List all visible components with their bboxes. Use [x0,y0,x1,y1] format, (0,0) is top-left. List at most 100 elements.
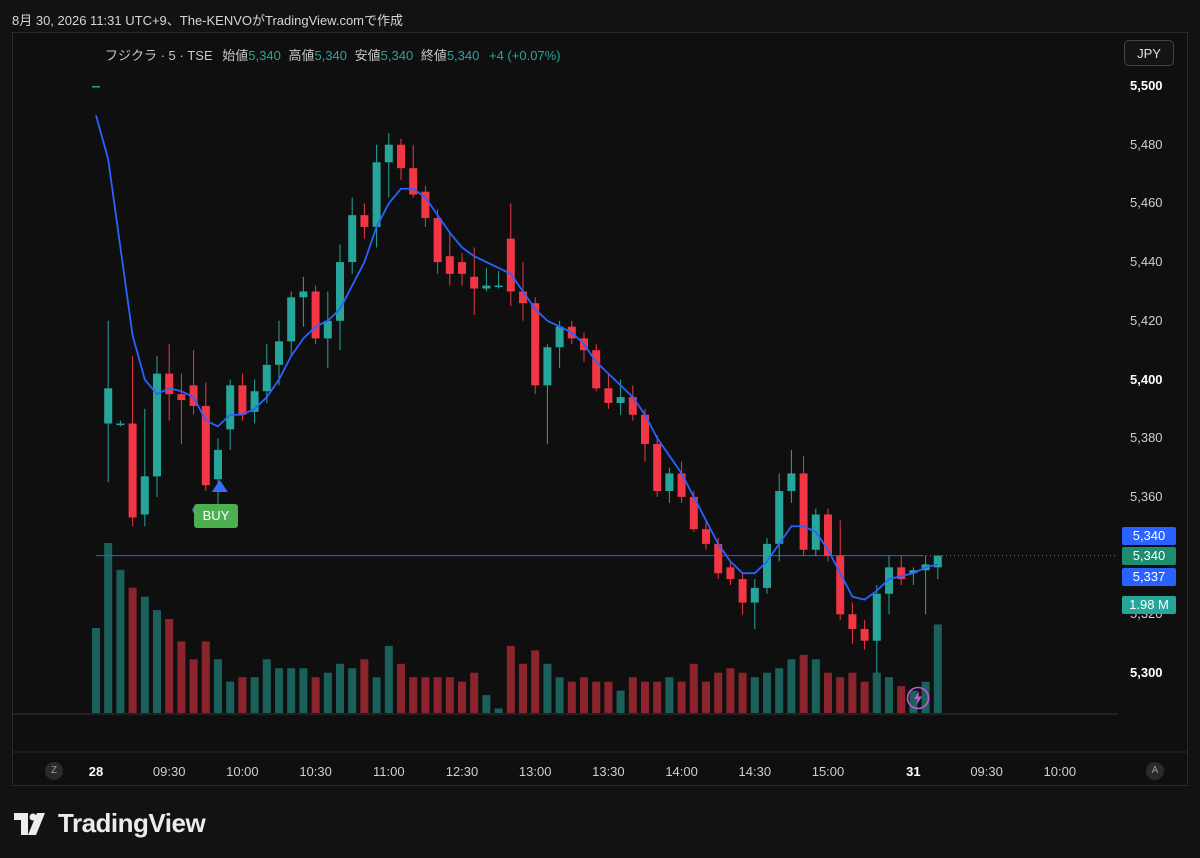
legend-change: +4 (+0.07%) [489,48,561,63]
volume-bar [348,668,357,713]
candle-body [384,144,393,163]
volume-bar [470,672,479,713]
volume-bar [616,690,625,713]
volume-bar [738,672,747,713]
volume-bar [372,677,381,713]
candlestick-chart[interactable] [0,0,1200,858]
candle-body [665,473,674,492]
legend-close-label: 終値 [420,48,447,63]
time-tick-label: 13:30 [592,764,625,779]
candle-body [311,291,320,339]
time-tick-label: 13:00 [518,764,552,779]
volume-bar [787,659,796,713]
volume-bar [689,663,698,713]
candle-body [470,276,479,289]
volume-bar [323,672,332,713]
price-tick-label: 5,360 [1130,488,1163,504]
volume-bar [104,543,113,713]
candle-body [372,162,381,227]
volume-bar [824,672,832,713]
volume-bar [140,596,149,713]
volume-bar [397,663,405,713]
volume-bar [641,681,649,713]
time-tick-label: 14:30 [738,764,772,779]
candle-body [860,628,869,641]
candle-body [104,388,113,424]
candle-body [531,303,540,386]
candle-body [482,285,491,289]
legend-symbol: フジクラ · 5 · TSE [105,48,213,63]
candle-body [555,326,564,348]
legend-close: 5,340 [446,48,480,63]
volume-bar [92,628,100,713]
volume-bar [933,624,942,713]
price-tick-label: 5,400 [1130,371,1163,387]
candle-body [494,285,503,288]
time-tick-label: 10:00 [1043,764,1077,779]
time-tick-label: 15:00 [811,764,845,779]
tradingview-logo: TradingView [14,808,206,839]
volume-bar [445,677,454,713]
candle-body [165,373,174,395]
volume-bar [580,677,588,713]
candle-body [177,394,186,401]
volume-bar [409,677,418,713]
volume-bar [860,681,869,713]
candle-body [750,587,759,603]
volume-bar [165,619,174,713]
lightning-icon[interactable] [906,686,930,710]
volume-bar [885,677,893,713]
volume-bar [275,668,283,713]
volume-bars [92,543,942,713]
candle-body [616,397,625,403]
volume-bar [799,654,808,713]
legend-low: 5,340 [380,48,414,63]
volume-bar [189,659,198,713]
volume-bar [482,695,491,713]
volume-bar [567,681,576,713]
volume-bar [702,681,710,713]
candle-body [775,491,784,544]
legend-high-label: 高値 [288,48,315,63]
volume-bar [836,677,845,713]
time-tick-label: 09:30 [970,764,1003,779]
buy-arrow [211,480,228,492]
price-tick-label: 5,440 [1130,254,1163,270]
candles [92,86,942,673]
time-tick-label: 28 [88,764,104,779]
volume-bar [494,708,503,713]
volume-bar [897,686,906,713]
candle-body [116,423,125,426]
auto-scale-button[interactable]: A [1146,762,1164,780]
volume-bar [238,677,247,713]
volume-bar [592,681,601,713]
candle-body [445,256,454,274]
last-price-tag-blue: 5,340 [1122,527,1176,545]
candle-body [323,320,332,339]
time-tick-label: 12:30 [445,764,479,779]
candle-body [201,405,210,486]
zoom-reset-button[interactable]: Z [45,762,63,780]
time-tick-label: 14:00 [665,764,698,779]
volume-bar [226,681,235,713]
candle-body [238,385,247,415]
last-price-tag-green: 5,340 [1122,547,1176,565]
candle-body [262,364,271,392]
volume-bar [604,681,613,713]
time-tick-label: 09:30 [152,764,186,779]
currency-button[interactable]: JPY [1124,40,1174,66]
candle-body [872,593,881,641]
candle-body [140,476,149,515]
time-tick-label: 10:00 [226,764,259,779]
candle-body [799,473,808,550]
tradingview-logo-icon [14,812,45,835]
legend-low-label: 安値 [354,48,381,63]
time-tick-label: 31 [906,764,921,779]
volume-bar [262,659,271,713]
candle-body [226,385,235,430]
volume-bar [763,672,771,713]
brand-name: TradingView [58,808,206,838]
volume-bar [506,645,515,713]
candle-body [702,529,710,544]
volume-bar [519,663,527,713]
